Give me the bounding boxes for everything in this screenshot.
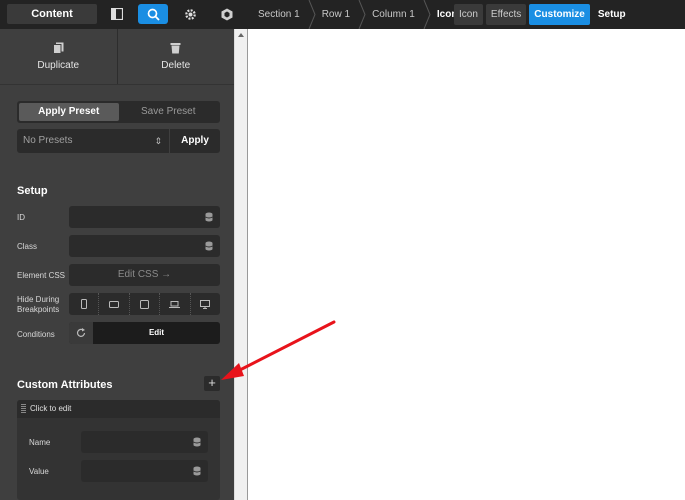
breadcrumb-row[interactable]: Row 1 — [312, 0, 366, 29]
conditions-label: Conditions — [17, 330, 55, 339]
attribute-name-input[interactable] — [81, 431, 208, 453]
cube-icon[interactable] — [216, 4, 238, 24]
id-input[interactable] — [69, 206, 220, 228]
element-tabs: Icon Effects Customize Setup — [454, 4, 631, 25]
tab-icon[interactable]: Icon — [454, 4, 483, 25]
tab-effects[interactable]: Effects — [485, 4, 527, 25]
element-actions: Duplicate Delete — [0, 29, 234, 85]
attribute-item: Click to edit Name Value — [17, 400, 220, 500]
scroll-up-arrow-icon[interactable] — [238, 33, 244, 37]
preset-toggle: Apply Preset Save Preset — [17, 101, 220, 123]
attribute-value-label: Value — [29, 467, 49, 476]
sort-arrows-icon: ⇕ — [154, 136, 162, 146]
hide-breakpoints-label: Hide During Breakpoints — [17, 295, 60, 314]
edit-css-button[interactable]: Edit CSS → — [69, 264, 220, 286]
desktop-icon[interactable] — [189, 293, 220, 315]
phone-icon[interactable] — [69, 293, 98, 315]
class-input[interactable] — [69, 235, 220, 257]
top-bar: Content Section 1 Row 1 Column 1 Icon Ic… — [0, 0, 685, 29]
database-icon — [193, 437, 201, 447]
attribute-item-header[interactable]: Click to edit — [17, 400, 220, 418]
drag-handle-icon[interactable] — [21, 404, 26, 413]
gear-icon[interactable] — [179, 4, 201, 24]
breadcrumb-column[interactable]: Column 1 — [362, 0, 431, 29]
database-icon — [193, 466, 201, 476]
phone-landscape-icon[interactable] — [98, 293, 128, 315]
refresh-icon[interactable] — [69, 322, 93, 344]
database-icon — [205, 241, 213, 251]
edit-conditions-button[interactable]: Edit — [93, 322, 220, 344]
duplicate-icon — [52, 42, 64, 54]
tab-setup[interactable]: Setup — [593, 4, 631, 25]
apply-button[interactable]: Apply — [170, 129, 220, 153]
database-icon — [205, 212, 213, 222]
trash-icon — [170, 43, 181, 54]
setup-heading: Setup — [17, 185, 48, 197]
duplicate-button[interactable]: Duplicate — [0, 29, 117, 84]
inspector-sidebar: Duplicate Delete Apply Preset Save Prese… — [0, 29, 234, 500]
tablet-icon[interactable] — [128, 293, 159, 315]
laptop-icon[interactable] — [159, 293, 189, 315]
preset-select[interactable]: No Presets ⇕ — [17, 129, 169, 153]
attribute-name-label: Name — [29, 438, 51, 447]
preview-canvas[interactable] — [247, 29, 685, 500]
id-label: ID — [17, 213, 25, 222]
apply-preset-tab[interactable]: Apply Preset — [19, 103, 119, 121]
delete-label: Delete — [161, 60, 191, 71]
layout-icon[interactable] — [106, 4, 128, 24]
custom-attributes-heading: Custom Attributes — [17, 379, 113, 391]
tab-customize[interactable]: Customize — [529, 4, 590, 25]
save-preset-tab[interactable]: Save Preset — [119, 103, 219, 121]
duplicate-label: Duplicate — [37, 60, 80, 71]
breakpoint-toggles — [69, 293, 220, 315]
sidebar-scrollbar[interactable] — [234, 29, 247, 500]
breadcrumb: Section 1 Row 1 Column 1 Icon — [248, 0, 469, 29]
breadcrumb-section[interactable]: Section 1 — [248, 0, 316, 29]
conditions-control: Edit — [69, 322, 220, 344]
attribute-item-label: Click to edit — [30, 404, 72, 413]
content-button[interactable]: Content — [7, 4, 97, 24]
search-icon[interactable] — [138, 4, 168, 24]
element-css-label: Element CSS — [17, 271, 66, 280]
attribute-value-input[interactable] — [81, 460, 208, 482]
delete-button[interactable]: Delete — [116, 29, 235, 84]
add-attribute-button[interactable]: + — [204, 376, 220, 391]
class-label: Class — [17, 242, 38, 251]
